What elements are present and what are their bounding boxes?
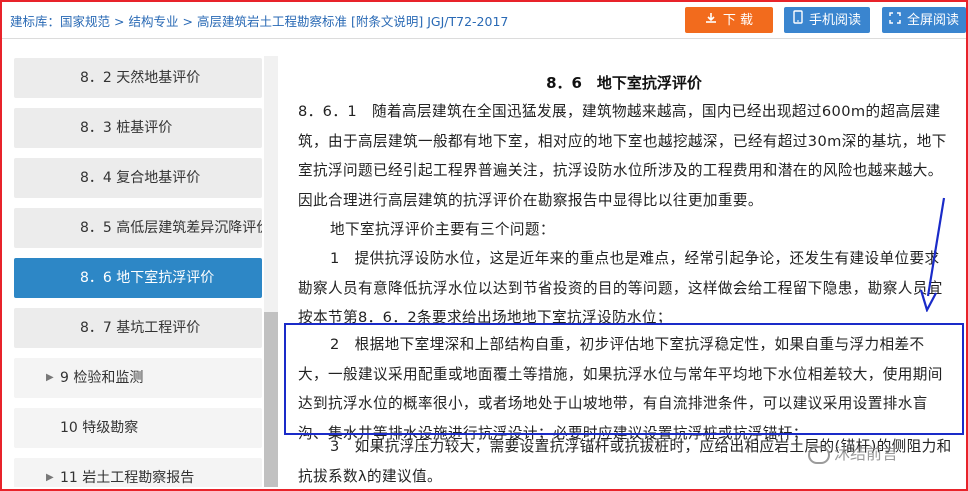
paragraph-intro: 地下室抗浮评价主要有三个问题：: [330, 221, 555, 238]
fullscreen-icon: [889, 7, 901, 33]
paragraph-8-6-1: 8．6．1 随着高层建筑在全国迅猛发展，建筑物越来越高，国内已经出现超过600m…: [298, 103, 947, 209]
watermark: 沐结前言: [808, 440, 898, 470]
section-title: 8．6 地下室抗浮评价: [546, 74, 702, 92]
sidebar-toc: 8．2 天然地基评价 8．3 桩基评价 8．4 复合地基评价 8．5 高低层建筑…: [14, 54, 264, 487]
breadcrumb-separator: >: [182, 14, 194, 29]
fullscreen-read-label: 全屏阅读: [906, 13, 959, 28]
download-icon: [705, 7, 717, 33]
toc-item-8-6-active[interactable]: 8．6 地下室抗浮评价: [14, 258, 262, 298]
toc-item-label: 8．3 桩基评价: [80, 120, 173, 136]
toc-item-label: 11 岩土工程勘察报告: [60, 470, 195, 486]
toc-item-label: 8．4 复合地基评价: [80, 170, 201, 186]
toc-item-8-2[interactable]: 8．2 天然地基评价: [14, 58, 262, 98]
mobile-read-button[interactable]: 手机阅读: [784, 7, 870, 33]
breadcrumb-colon: ：: [47, 14, 61, 29]
toc-item-8-7[interactable]: 8．7 基坑工程评价: [14, 308, 262, 348]
breadcrumb-item-standards[interactable]: 国家规范: [60, 14, 110, 29]
toc-item-label: 8．7 基坑工程评价: [80, 320, 201, 336]
sidebar-scrollbar-thumb[interactable]: [264, 312, 278, 487]
mobile-icon: [793, 7, 803, 33]
expand-caret-icon[interactable]: ▶: [46, 358, 54, 398]
toc-item-8-4[interactable]: 8．4 复合地基评价: [14, 158, 262, 198]
toc-item-label: 8．2 天然地基评价: [80, 70, 201, 86]
paragraph-item-1: 1 提供抗浮设防水位，这是近年来的重点也是难点，经常引起争论，还发生有建设单位要…: [298, 250, 943, 326]
top-bar: 建标库：国家规范 > 结构专业 > 高层建筑岩土工程勘察标准 [附条文说明] JGJ/T…: [2, 2, 966, 36]
mobile-read-label: 手机阅读: [808, 13, 861, 28]
toc-item-11[interactable]: ▶ 11 岩土工程勘察报告: [14, 458, 262, 487]
download-button[interactable]: 下 载: [685, 7, 773, 33]
annotation-arrow-icon: [919, 197, 946, 312]
header-divider: [2, 38, 966, 39]
download-label: 下 载: [722, 13, 754, 28]
toc-item-label: 8．6 地下室抗浮评价: [80, 270, 215, 286]
expand-caret-icon[interactable]: ▶: [46, 458, 54, 487]
breadcrumb-root[interactable]: 建标库: [10, 14, 48, 29]
breadcrumb-item-structure[interactable]: 结构专业: [129, 14, 179, 29]
highlight-box-annotation: [284, 323, 964, 435]
toc-item-label: 9 检验和监测: [60, 370, 144, 386]
watermark-text: 沐结前言: [834, 444, 899, 463]
toc-item-label: 10 特级勘察: [60, 420, 139, 436]
toc-item-9[interactable]: ▶ 9 检验和监测: [14, 358, 262, 398]
wechat-icon: [808, 445, 830, 464]
toc-item-8-5[interactable]: 8．5 高低层建筑差异沉降评价: [14, 208, 262, 248]
toc-item-10[interactable]: 10 特级勘察: [14, 408, 262, 448]
breadcrumb-separator: >: [114, 14, 125, 29]
toc-item-label: 8．5 高低层建筑差异沉降评价: [80, 220, 262, 236]
breadcrumb-item-current[interactable]: 高层建筑岩土工程勘察标准 [附条文说明] JGJ/T72-2017: [197, 14, 508, 29]
fullscreen-read-button[interactable]: 全屏阅读: [882, 7, 966, 33]
breadcrumb: 建标库：国家规范 > 结构专业 > 高层建筑岩土工程勘察标准 [附条文说明] JGJ/T…: [10, 11, 508, 30]
toc-item-8-3[interactable]: 8．3 桩基评价: [14, 108, 262, 148]
